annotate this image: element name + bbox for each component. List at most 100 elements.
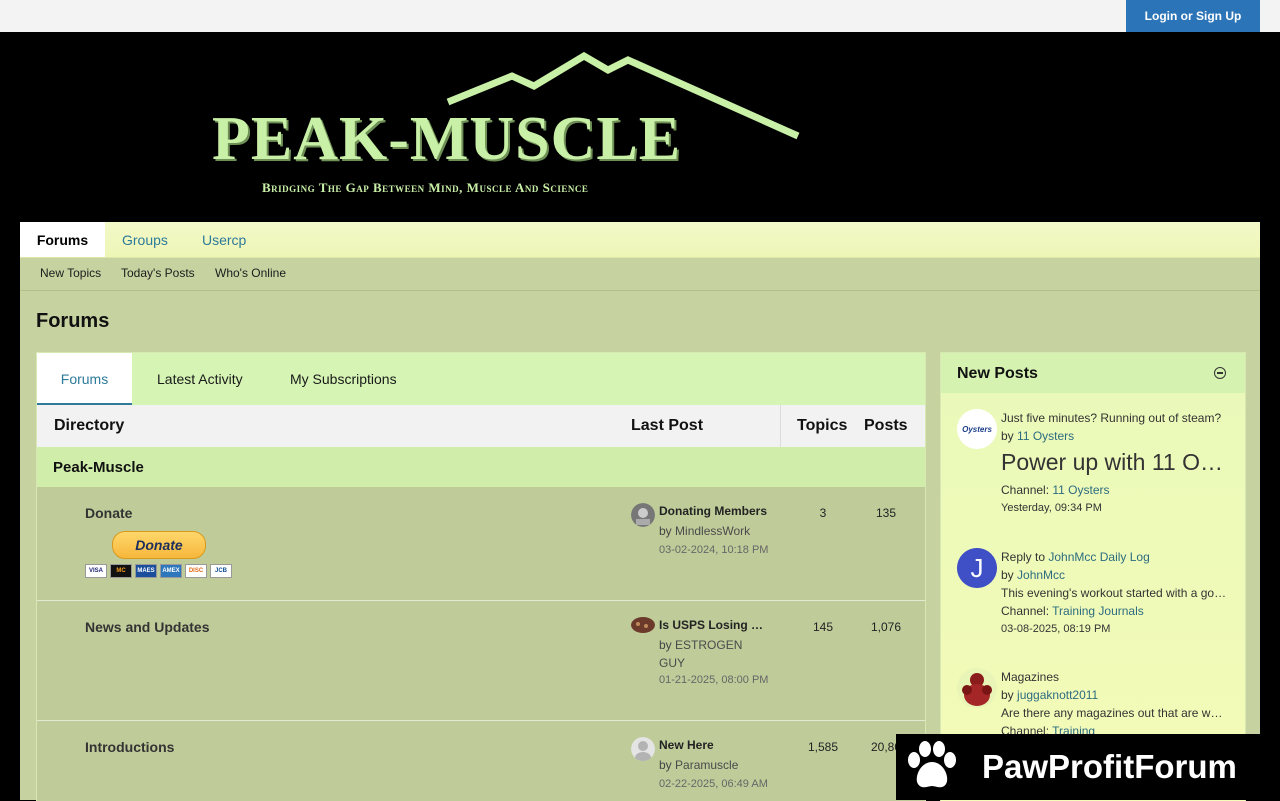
- post-date: 03-08-2025, 08:19 PM: [1001, 623, 1111, 635]
- tab-latest-activity[interactable]: Latest Activity: [157, 353, 243, 405]
- author-link[interactable]: juggaknott2011: [1017, 688, 1098, 702]
- topics-count: 3: [819, 506, 827, 520]
- author-link[interactable]: ESTROGEN GUY: [659, 638, 742, 670]
- subnav-new-topics[interactable]: New Topics: [40, 266, 101, 280]
- mastercard-icon: MC: [110, 564, 132, 578]
- collapse-icon[interactable]: [1214, 367, 1226, 379]
- watermark-text: PawProfitForum: [982, 748, 1237, 785]
- post-author: by JohnMcc: [1001, 566, 1229, 584]
- forum-row: Introductions New Here by Paramuscle 02-…: [37, 721, 925, 801]
- header-separator: [780, 405, 781, 447]
- by-label: by: [1001, 568, 1014, 582]
- site-logo[interactable]: PEAK-MUSCLE Bridging The Gap Between Min…: [212, 52, 812, 202]
- avatar-image-icon: [631, 503, 655, 527]
- divider: [20, 290, 1260, 291]
- category-row[interactable]: Peak-Muscle: [37, 447, 925, 487]
- by-label: by: [1001, 688, 1014, 702]
- last-post-date: 01-21-2025, 08:00 PM: [659, 674, 769, 686]
- channel-label: Channel:: [1001, 483, 1050, 497]
- forum-name[interactable]: News and Updates: [85, 619, 209, 635]
- paypal-donate-button[interactable]: Donate: [112, 531, 206, 559]
- jcb-card-icon: JCB: [210, 564, 232, 578]
- new-posts-header: New Posts: [941, 353, 1245, 393]
- oysters-logo-icon: Oysters: [957, 409, 997, 449]
- category-title[interactable]: Peak-Muscle: [53, 459, 144, 476]
- subnav-whos-online[interactable]: Who's Online: [215, 266, 286, 280]
- main-nav: Forums Groups Usercp: [20, 222, 1260, 258]
- post-title[interactable]: Magazines: [1001, 668, 1229, 686]
- post-date: Yesterday, 09:34 PM: [1001, 502, 1102, 514]
- discover-card-icon: DISC: [185, 564, 207, 578]
- by-label: by: [659, 638, 672, 652]
- channel-link[interactable]: Training Journals: [1052, 604, 1144, 618]
- directory-header: Directory Last Post Topics Posts: [37, 405, 925, 448]
- oysters-logo-text: Oysters: [962, 425, 992, 434]
- nav-tab-forums[interactable]: Forums: [20, 222, 105, 257]
- topics-count: 1,585: [807, 740, 839, 754]
- header-posts: Posts: [864, 417, 908, 434]
- author-link[interactable]: 11 Oysters: [1017, 429, 1074, 443]
- logo-title: PEAK-MUSCLE: [212, 105, 682, 173]
- tab-my-subscriptions[interactable]: My Subscriptions: [290, 353, 397, 405]
- last-post-title[interactable]: Is USPS Losing Packages: [659, 618, 769, 632]
- new-posts-title: New Posts: [957, 365, 1038, 382]
- channel-link[interactable]: 11 Oysters: [1052, 483, 1109, 497]
- page-title: Forums: [36, 310, 110, 332]
- nav-tab-groups[interactable]: Groups: [122, 222, 168, 257]
- post-excerpt: Power up with 11 Oysters: [1001, 449, 1225, 475]
- nav-tab-usercp[interactable]: Usercp: [202, 222, 246, 257]
- reply-prefix: Reply to: [1001, 550, 1046, 564]
- post-channel: Channel: Training Journals: [1001, 602, 1229, 620]
- by-label: by: [659, 524, 672, 538]
- logo-tagline: Bridging The Gap Between Mind, Muscle An…: [262, 180, 589, 195]
- posts-count: 135: [875, 506, 897, 520]
- post-excerpt[interactable]: Are there any magazines out that are wor…: [1001, 704, 1229, 722]
- avatar-image-icon: [962, 673, 992, 706]
- tab-forums[interactable]: Forums: [37, 353, 132, 405]
- by-label: by: [1001, 429, 1014, 443]
- last-post-author: by MindlessWork: [659, 522, 769, 540]
- user-avatar[interactable]: J: [957, 548, 997, 588]
- forum-panel: Forums Latest Activity My Subscriptions …: [36, 352, 926, 801]
- post-channel: Channel: 11 Oysters: [1001, 481, 1229, 499]
- visa-card-icon: VISA: [85, 564, 107, 578]
- last-post-date: 02-22-2025, 06:49 AM: [659, 778, 768, 790]
- user-avatar[interactable]: [631, 503, 655, 527]
- login-signup-button[interactable]: Login or Sign Up: [1126, 0, 1260, 32]
- subnav-todays-posts[interactable]: Today's Posts: [121, 266, 195, 280]
- user-avatar[interactable]: [631, 737, 655, 761]
- forum-name[interactable]: Introductions: [85, 739, 174, 755]
- author-link[interactable]: JohnMcc: [1017, 568, 1065, 582]
- default-avatar-icon: [631, 737, 655, 761]
- post-author: by juggaknott2011: [1001, 686, 1229, 704]
- site-header: PEAK-MUSCLE Bridging The Gap Between Min…: [0, 32, 1280, 222]
- author-link[interactable]: MindlessWork: [675, 524, 750, 538]
- paw-icon: [908, 741, 956, 788]
- thread-link[interactable]: JohnMcc Daily Log: [1048, 550, 1149, 564]
- header-directory: Directory: [54, 417, 125, 434]
- last-post-author: by ESTROGEN GUY: [659, 636, 769, 672]
- letter-avatar-icon: J: [957, 548, 997, 588]
- last-post-author: by Paramuscle: [659, 756, 769, 774]
- post-excerpt[interactable]: This evening's workout started with a go…: [1001, 584, 1229, 602]
- forum-name[interactable]: Donate: [85, 505, 132, 521]
- post-author: by 11 Oysters: [1001, 427, 1229, 445]
- last-post-date: 03-02-2024, 10:18 PM: [659, 544, 769, 556]
- author-link[interactable]: Paramuscle: [675, 758, 738, 772]
- by-label: by: [659, 758, 672, 772]
- user-avatar[interactable]: [957, 668, 997, 708]
- post-title[interactable]: Just five minutes? Running out of steam?: [1001, 409, 1229, 427]
- forum-row: News and Updates Is USPS Losing Packages…: [37, 601, 925, 721]
- maestro-card-icon: MAES: [135, 564, 157, 578]
- header-topics: Topics: [797, 417, 848, 434]
- forum-row: Donate Donate VISA MC MAES AMEX DISC JCB…: [37, 487, 925, 601]
- post-title: Reply to JohnMcc Daily Log: [1001, 548, 1229, 566]
- user-avatar[interactable]: Oysters: [957, 409, 997, 449]
- channel-label: Channel:: [1001, 604, 1050, 618]
- user-avatar[interactable]: [631, 617, 655, 633]
- last-post-title[interactable]: Donating Members: [659, 504, 769, 518]
- last-post-title[interactable]: New Here: [659, 738, 769, 752]
- avatar-letter: J: [971, 553, 984, 583]
- topics-count: 145: [812, 620, 834, 634]
- amex-card-icon: AMEX: [160, 564, 182, 578]
